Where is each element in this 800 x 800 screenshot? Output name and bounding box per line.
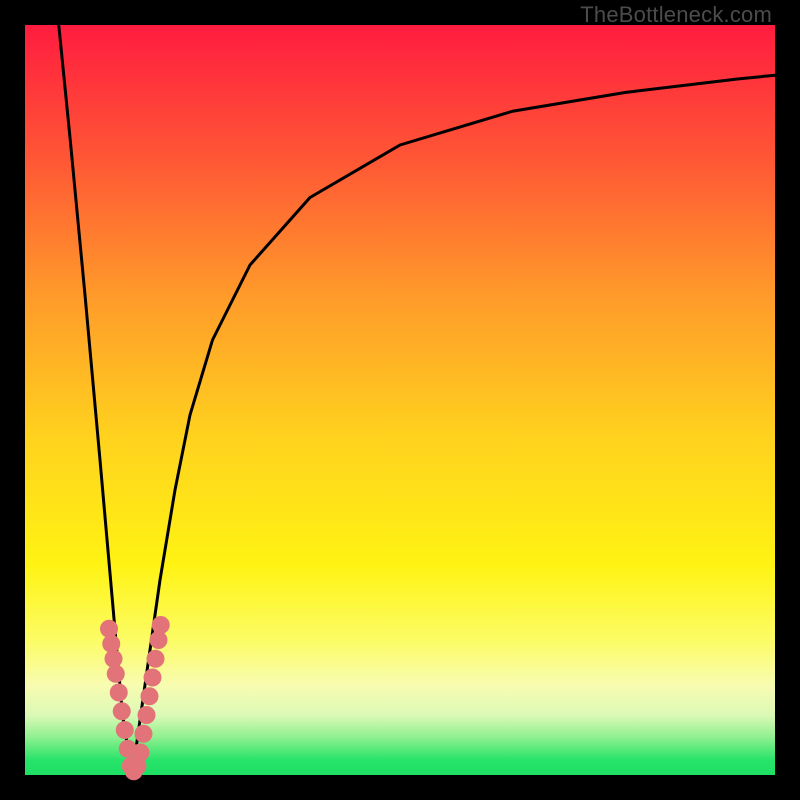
- right-cluster-marker: [138, 706, 156, 724]
- right-cluster-marker: [135, 725, 153, 743]
- right-cluster-marker: [141, 687, 159, 705]
- right-cluster-marker: [147, 650, 165, 668]
- left-cluster-marker: [116, 721, 134, 739]
- curve-right-branch: [132, 75, 775, 775]
- left-cluster-marker: [113, 702, 131, 720]
- left-cluster-marker: [107, 665, 125, 683]
- attribution-label: TheBottleneck.com: [580, 2, 772, 28]
- right-cluster-marker: [132, 744, 150, 762]
- chart-svg: [25, 25, 775, 775]
- plot-area: [25, 25, 775, 775]
- right-cluster-marker: [152, 616, 170, 634]
- left-cluster-marker: [110, 684, 128, 702]
- marker-group: [100, 616, 170, 780]
- right-cluster-marker: [144, 669, 162, 687]
- curve-group: [59, 25, 775, 775]
